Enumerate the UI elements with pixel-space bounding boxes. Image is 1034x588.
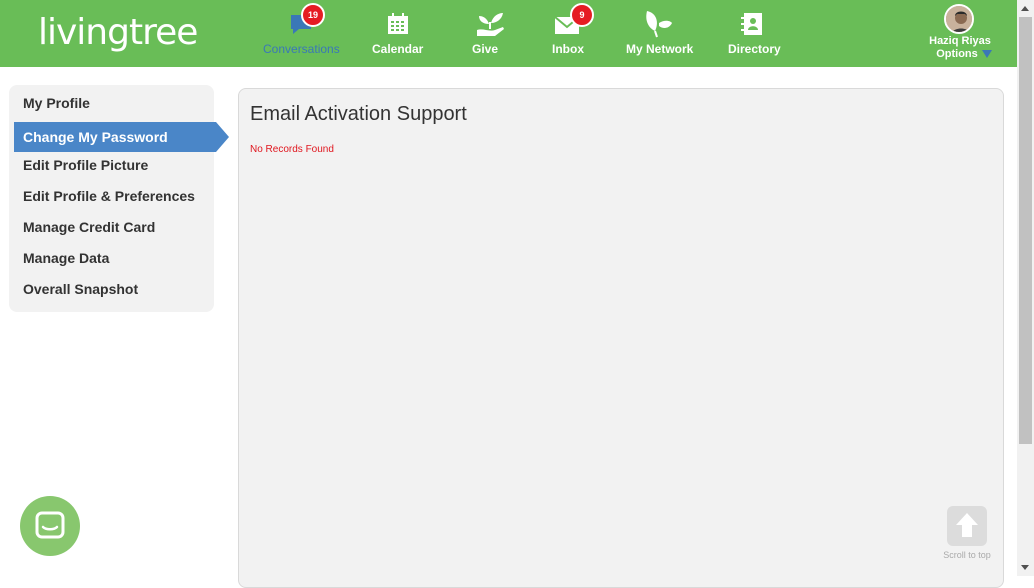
nav-conversations-label: Conversations — [263, 42, 340, 56]
scroll-to-top-box — [947, 506, 987, 546]
sidebar-item-label: Manage Data — [23, 250, 110, 266]
nav-inbox-label: Inbox — [552, 42, 584, 56]
user-menu[interactable]: Haziq Riyas Options — [925, 4, 992, 64]
scroll-up-arrow-icon[interactable] — [1021, 6, 1029, 11]
calendar-icon — [388, 13, 408, 34]
nav-my-network-label: My Network — [626, 42, 694, 56]
avatar[interactable] — [944, 4, 974, 34]
nav-calendar[interactable]: Calendar — [372, 0, 424, 67]
sidebar-item-label: Overall Snapshot — [23, 281, 139, 297]
sidebar-item-change-my-password[interactable]: Change My Password — [14, 122, 229, 152]
leaf-network-icon — [646, 11, 672, 38]
arrow-up-icon — [956, 513, 978, 537]
nav-directory[interactable]: Directory — [728, 0, 781, 67]
settings-sidebar: My Profile Change My Password Edit Profi… — [9, 85, 229, 312]
scroll-to-top-label: Scroll to top — [943, 550, 991, 560]
nav-directory-label: Directory — [728, 42, 781, 56]
sidebar-item-manage-data[interactable]: Manage Data — [14, 243, 214, 273]
sidebar-item-label: Edit Profile Picture — [23, 157, 149, 173]
main-panel: Email Activation Support No Records Foun… — [238, 88, 1004, 588]
sidebar-item-label: Change My Password — [23, 129, 168, 145]
sidebar-item-my-profile[interactable]: My Profile — [14, 88, 214, 118]
sidebar-item-overall-snapshot[interactable]: Overall Snapshot — [14, 274, 214, 304]
sidebar-item-edit-profile-preferences[interactable]: Edit Profile & Preferences — [14, 181, 214, 211]
sidebar-item-label: Edit Profile & Preferences — [23, 188, 195, 204]
scroll-to-top-button[interactable]: Scroll to top — [943, 506, 991, 568]
sidebar-item-label: My Profile — [23, 95, 90, 111]
nav-give[interactable]: Give — [472, 0, 504, 67]
user-name: Haziq Riyas — [929, 35, 991, 47]
chat-widget-icon — [35, 511, 65, 539]
nav-inbox[interactable]: 9 Inbox — [552, 0, 594, 67]
scroll-down-arrow-icon[interactable] — [1021, 565, 1029, 570]
nav-give-label: Give — [472, 42, 499, 56]
caret-down-icon — [981, 50, 992, 59]
user-options-label: Options — [936, 48, 978, 60]
nav-calendar-label: Calendar — [372, 42, 424, 56]
nav-conversations[interactable]: 19 Conversations — [263, 0, 340, 67]
chat-widget-button[interactable] — [20, 496, 80, 556]
empty-state-message: No Records Found — [250, 144, 334, 155]
vertical-scrollbar[interactable] — [1017, 0, 1034, 576]
sidebar-item-edit-profile-picture[interactable]: Edit Profile Picture — [14, 150, 214, 180]
sidebar-item-manage-credit-card[interactable]: Manage Credit Card — [14, 212, 214, 242]
contact-book-icon — [741, 13, 762, 35]
logo-text: livingtree — [38, 12, 198, 53]
user-avatar-icon — [946, 6, 972, 32]
inbox-badge: 9 — [570, 3, 594, 27]
page-title: Email Activation Support — [250, 103, 467, 125]
user-options[interactable]: Options — [929, 48, 999, 60]
scrollbar-thumb[interactable] — [1019, 17, 1032, 444]
nav-my-network[interactable]: My Network — [626, 0, 694, 67]
hand-plant-icon — [477, 13, 504, 36]
top-header: livingtree 19 Conversations Calendar Giv… — [0, 0, 1017, 67]
sidebar-item-label: Manage Credit Card — [23, 219, 156, 235]
conversations-badge: 19 — [301, 3, 325, 27]
